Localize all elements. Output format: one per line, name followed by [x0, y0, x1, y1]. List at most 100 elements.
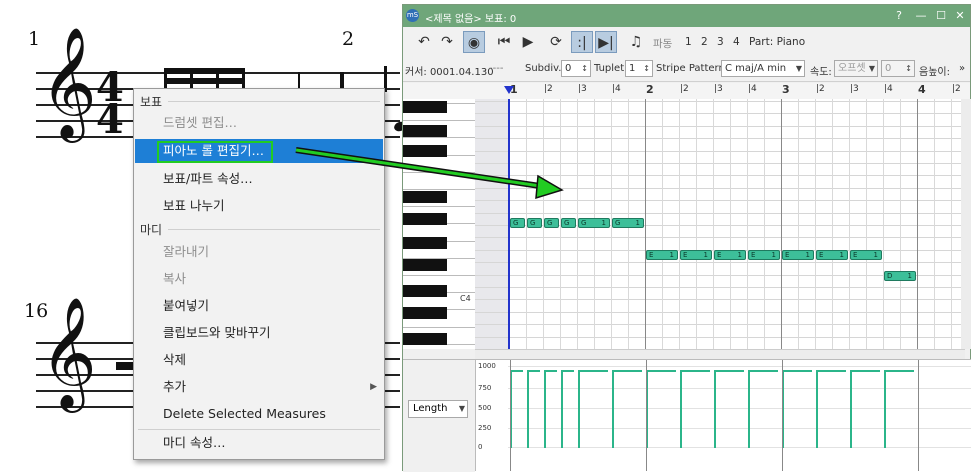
maximize-button[interactable]: ☐ — [932, 8, 950, 24]
piano-roll-note[interactable]: E1 — [748, 250, 780, 260]
piano-roll-note[interactable]: G1 — [612, 218, 644, 228]
piano-roll-note[interactable]: E1 — [714, 250, 746, 260]
white-key-divider — [403, 326, 475, 328]
black-key[interactable] — [403, 307, 447, 319]
menu-item-cut[interactable]: 잘라내기 — [135, 240, 383, 264]
metronome-icon[interactable]: ♫ — [625, 31, 647, 53]
lane-axis-label: 0 — [478, 443, 483, 451]
piano-roll-note[interactable]: G — [510, 218, 525, 228]
voice-1-button[interactable]: 1 — [685, 36, 692, 48]
lane-axis-label: 500 — [478, 404, 492, 412]
piano-keyboard[interactable]: C4 — [403, 99, 476, 349]
lane-value-cap — [748, 370, 778, 373]
window-titlebar[interactable]: mS <제목 없음> 보표: 0 ? — ☐ ✕ — [403, 5, 970, 27]
menu-item-copy[interactable]: 복사 — [135, 267, 383, 291]
lane-value-cap — [816, 370, 846, 373]
time-signature-bottom: 4 — [96, 96, 124, 143]
options-bar: 커서: 0001.04.130 ---- Subdiv.: 0 ↕ Tuplet:… — [403, 57, 970, 82]
black-key[interactable] — [403, 191, 447, 203]
timeline-ruler[interactable]: 1 |2 |3 |4 2 |2 |3 |4 3 |2 |3 |4 4 |2 — [403, 83, 970, 100]
piano-roll-note[interactable]: E1 — [782, 250, 814, 260]
menu-item-swap-clipboard[interactable]: 클립보드와 맞바꾸기 — [135, 321, 383, 345]
note-grid[interactable]: GGGGG1G1E1E1E1E1E1E1E1D1 — [475, 99, 965, 349]
lane-value-cap — [884, 370, 914, 373]
loop-out-icon[interactable]: ▶| — [595, 31, 617, 53]
lane-value-bar[interactable] — [714, 370, 716, 448]
piano-roll-note[interactable]: E1 — [850, 250, 882, 260]
voice-4-button[interactable]: 4 — [733, 36, 740, 48]
treble-clef-icon: 𝄞 — [40, 296, 97, 408]
lane-value-bar[interactable] — [561, 370, 563, 448]
lane-value-bar[interactable] — [527, 370, 529, 448]
loop-icon[interactable]: ⟳ — [545, 31, 567, 53]
menu-item-measure-properties[interactable]: 마디 속성… — [135, 431, 383, 455]
black-key[interactable] — [403, 259, 447, 271]
close-button[interactable]: ✕ — [951, 8, 969, 24]
black-key[interactable] — [403, 213, 447, 225]
piano-roll-note[interactable]: G1 — [578, 218, 610, 228]
toolbar-overflow-icon[interactable]: » — [959, 63, 965, 74]
note-duration-label: 1 — [771, 251, 776, 259]
velocity-type-select[interactable]: 오프셋 ▼ — [834, 60, 878, 77]
ruler-label: |3 — [578, 84, 587, 94]
voice-2-button[interactable]: 2 — [701, 36, 708, 48]
tuplet-spinbox[interactable]: 1 ↕ — [625, 60, 653, 77]
stripe-pattern-select[interactable]: C maj/A min ▼ — [721, 60, 805, 77]
subdiv-spinbox[interactable]: 0 ↕ — [561, 60, 591, 77]
menu-item-piano-roll-editor[interactable]: 피아노 롤 편집기… — [135, 139, 383, 163]
piano-roll-note[interactable]: D1 — [884, 271, 916, 281]
menu-item-paste[interactable]: 붙여넣기 — [135, 294, 383, 318]
playhead-marker-icon[interactable] — [504, 86, 514, 94]
black-key[interactable] — [403, 237, 447, 249]
menu-item-split-staff[interactable]: 보표 나누기 — [135, 194, 383, 218]
lane-value-bar[interactable] — [884, 370, 886, 448]
voice-3-button[interactable]: 3 — [717, 36, 724, 48]
lane-value-bar[interactable] — [680, 370, 682, 448]
piano-roll-note[interactable]: E1 — [816, 250, 848, 260]
white-key-divider — [403, 189, 475, 190]
lane-value-bar[interactable] — [850, 370, 852, 448]
piano-roll-note[interactable]: E1 — [646, 250, 678, 260]
grid-row-line — [475, 200, 965, 202]
ruler-label: |2 — [680, 84, 689, 94]
piano-roll-note[interactable]: G — [527, 218, 542, 228]
lane-value-bar[interactable] — [578, 370, 580, 448]
grid-column-line — [662, 99, 663, 349]
piano-roll-note[interactable]: G — [544, 218, 559, 228]
menu-item-staff-part-properties[interactable]: 보표/파트 속성… — [135, 167, 383, 191]
menu-item-drumset-edit[interactable]: 드럼셋 편집… — [135, 111, 383, 135]
menu-item-delete[interactable]: 삭제 — [135, 348, 383, 372]
midi-input-icon[interactable]: ◉ — [463, 31, 485, 53]
play-icon[interactable]: ▶ — [517, 31, 539, 53]
lane-value-bar[interactable] — [544, 370, 546, 448]
vertical-scrollbar[interactable] — [961, 99, 971, 349]
ruler-label: |4 — [612, 84, 621, 94]
black-key[interactable] — [403, 145, 447, 157]
lane-value-bar[interactable] — [612, 370, 614, 448]
loop-in-icon[interactable]: :| — [571, 31, 593, 53]
lane-value-cap — [561, 370, 574, 373]
black-key[interactable] — [403, 101, 447, 113]
grid-column-line — [900, 99, 901, 349]
black-key[interactable] — [403, 125, 447, 137]
lane-value-bar[interactable] — [816, 370, 818, 448]
velocity-value-spinbox[interactable]: 0 ↕ — [881, 60, 915, 77]
lane-value-bar[interactable] — [748, 370, 750, 448]
controller-lane[interactable]: 1000 750 500 250 0 — [475, 359, 971, 471]
note-beam — [164, 68, 244, 74]
minimize-button[interactable]: — — [912, 8, 930, 24]
black-key[interactable] — [403, 285, 447, 297]
black-key[interactable] — [403, 333, 447, 345]
menu-item-delete-selected-measures[interactable]: Delete Selected Measures — [135, 402, 383, 426]
note-pitch-label: E — [717, 251, 722, 259]
menu-item-insert[interactable]: 추가 ▶ — [135, 375, 383, 399]
note-pitch-label: E — [785, 251, 790, 259]
help-button[interactable]: ? — [890, 8, 908, 24]
redo-icon[interactable]: ↷ — [436, 31, 458, 53]
piano-roll-note[interactable]: G — [561, 218, 576, 228]
undo-icon[interactable]: ↶ — [413, 31, 435, 53]
piano-roll-note[interactable]: E1 — [680, 250, 712, 260]
controller-type-select[interactable]: Length ▼ — [408, 400, 468, 418]
ruler-label: 2 — [646, 83, 654, 96]
rewind-icon[interactable]: ⏮ — [493, 31, 515, 53]
